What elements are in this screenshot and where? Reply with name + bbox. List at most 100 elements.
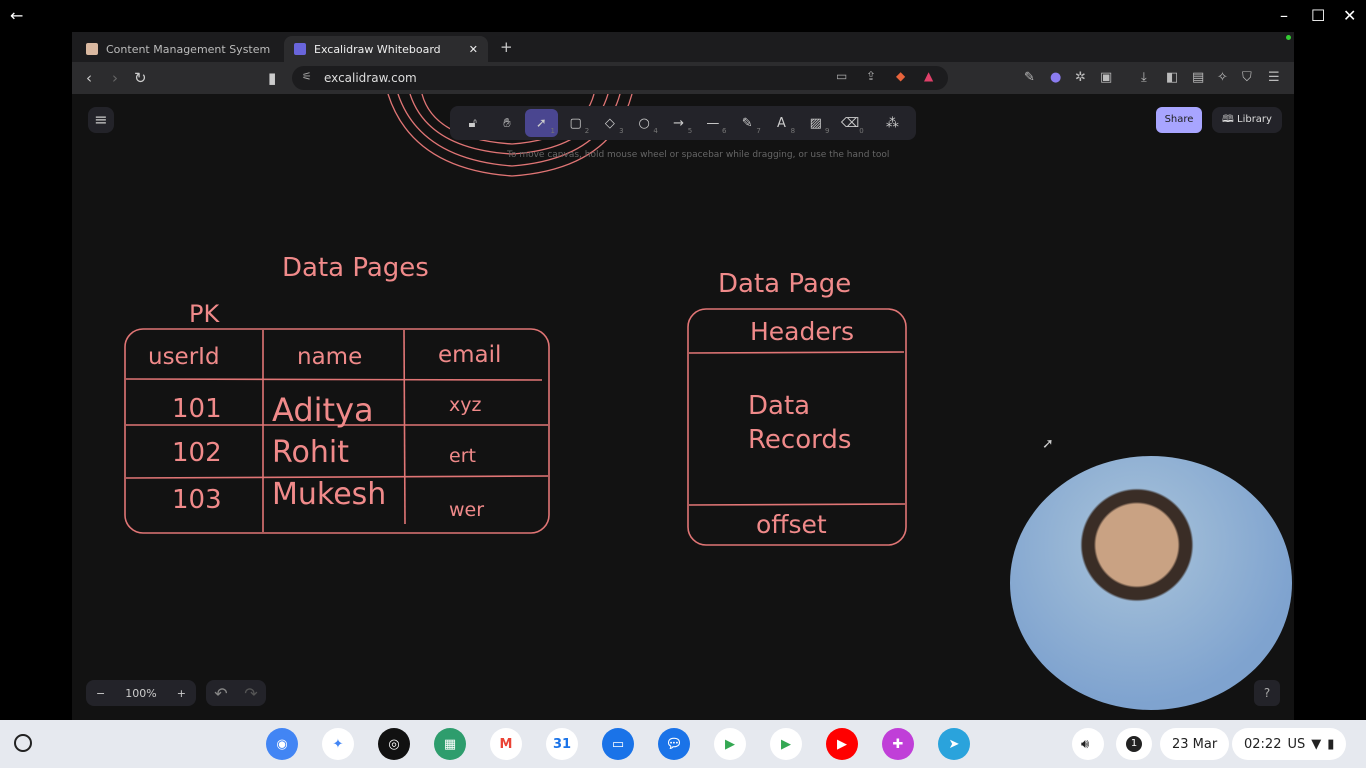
shortcut-key: 9: [824, 127, 830, 135]
excalidraw-favicon: [294, 43, 306, 55]
taskbar-app-files[interactable]: ▭: [602, 728, 634, 760]
arrow-tool[interactable]: → 5: [662, 109, 695, 137]
zoom-out-button[interactable]: −: [96, 687, 105, 700]
play-store-icon: ▶: [781, 736, 791, 752]
bookmark-icon[interactable]: ▮: [268, 69, 276, 87]
table-cell: wer: [449, 499, 484, 521]
extensions-puzzle-icon[interactable]: ✲: [1075, 70, 1086, 85]
image-tool[interactable]: ▨ 9: [799, 109, 832, 137]
eraser-tool[interactable]: ⌫ 0: [833, 109, 866, 137]
ellipse-tool[interactable]: ○ 4: [628, 109, 661, 137]
rectangle-tool[interactable]: ▢ 2: [559, 109, 592, 137]
status-tray[interactable]: 02:22 US ▼ ▮: [1232, 728, 1347, 760]
download-icon[interactable]: ⤓: [1141, 70, 1147, 85]
taskbar-app-gemini[interactable]: ✦: [322, 728, 354, 760]
share-button[interactable]: Share: [1156, 107, 1202, 133]
calendar-icon: 31: [552, 736, 572, 752]
menu-icon[interactable]: ☰: [1268, 70, 1280, 85]
taskbar-app-gmail[interactable]: M: [490, 728, 522, 760]
undo-redo-controls: ↶ ↷: [206, 680, 266, 706]
tab-content-management-system[interactable]: Content Management System: [76, 36, 282, 62]
image-icon: ▨: [809, 115, 822, 131]
taskbar-app-meet[interactable]: ▶: [714, 728, 746, 760]
hand-tool[interactable]: ✋︎: [490, 109, 523, 137]
zoom-level[interactable]: 100%: [125, 687, 156, 700]
brave-rewards-icon[interactable]: ▲: [924, 69, 933, 83]
rectangle-icon: ▢: [569, 115, 582, 131]
screenshot-icon[interactable]: ▣: [1100, 70, 1112, 85]
zoom-controls: − 100% +: [86, 680, 196, 706]
taskbar-app-youtube[interactable]: ▶: [826, 728, 858, 760]
sidebar-icon[interactable]: ◧: [1166, 70, 1178, 85]
mouse-cursor-icon: ➚: [1042, 436, 1054, 452]
table-cell: 103: [172, 485, 222, 515]
url-bar[interactable]: ⚟ excalidraw.com ▭ ⇪ ◆ ▲: [292, 66, 948, 90]
leo-ai-icon[interactable]: ✧: [1217, 70, 1228, 85]
lock-tool[interactable]: 🔓︎: [456, 109, 489, 137]
pk-label: PK: [189, 300, 220, 328]
eyedropper-icon[interactable]: ✎: [1024, 70, 1035, 85]
undo-icon[interactable]: ↶: [214, 684, 227, 703]
youtube-icon: ▶: [837, 736, 847, 752]
address-bar-row: ‹ › ↻ ▮ ⚟ excalidraw.com ▭ ⇪ ◆ ▲ ✎ ● ✲ ▣…: [72, 62, 1294, 94]
lock-icon: 🔓︎: [468, 115, 477, 131]
taskbar-app-apps[interactable]: ▦: [434, 728, 466, 760]
taskbar-app-calendar[interactable]: 31: [546, 728, 578, 760]
ellipse-icon: ○: [638, 115, 650, 131]
diamond-tool[interactable]: ◇ 3: [593, 109, 626, 137]
box-divider: [688, 503, 906, 506]
taskbar-app-telegram[interactable]: ➤: [938, 728, 970, 760]
table-cell: ert: [449, 445, 476, 467]
draw-tool[interactable]: ✎ 7: [731, 109, 764, 137]
table-cell: xyz: [449, 394, 481, 416]
taskbar-app-play-store[interactable]: ▶: [770, 728, 802, 760]
table-cell: Mukesh: [272, 477, 386, 512]
chrome-icon: ◉: [276, 736, 288, 752]
taskbar-app-podcasts[interactable]: ◎: [378, 728, 410, 760]
text-tool[interactable]: A8: [765, 109, 798, 137]
date-tray[interactable]: 23 Mar: [1160, 728, 1230, 760]
zoom-in-button[interactable]: +: [177, 687, 186, 700]
extra-tools-button[interactable]: ⁂: [876, 109, 909, 137]
reload-icon[interactable]: ↻: [134, 69, 147, 87]
vpn-shield-icon[interactable]: ⛉: [1242, 70, 1252, 85]
selection-tool[interactable]: ➚ 1: [524, 109, 558, 137]
arrow-left-icon[interactable]: ←: [10, 6, 23, 25]
box-headers: Headers: [750, 317, 854, 346]
notifications-button[interactable]: 1: [1116, 728, 1152, 760]
minimize-icon[interactable]: –: [1280, 6, 1288, 25]
tab-excalidraw-whiteboard[interactable]: Excalidraw Whiteboard ✕: [284, 36, 488, 62]
main-menu-button[interactable]: ≡: [88, 107, 114, 133]
share-page-icon[interactable]: ⇪: [866, 69, 876, 83]
table-divider: [403, 329, 406, 525]
wallet-icon[interactable]: ▤: [1192, 70, 1204, 85]
taskbar-app-messages[interactable]: 💬︎: [658, 728, 690, 760]
table-header: email: [438, 342, 501, 368]
shortcut-key: 7: [756, 127, 761, 135]
close-icon[interactable]: ✕: [1343, 6, 1356, 25]
maximize-icon[interactable]: ☐: [1311, 6, 1325, 25]
back-icon[interactable]: ‹: [86, 69, 92, 87]
media-controls[interactable]: 🔊︎: [1072, 728, 1104, 760]
site-settings-icon[interactable]: ⚟: [302, 70, 312, 83]
cast-icon[interactable]: ▭: [836, 69, 847, 83]
extension-icon[interactable]: ●: [1050, 70, 1061, 85]
taskbar-app-chrome[interactable]: ◉: [266, 728, 298, 760]
date: 23 Mar: [1172, 736, 1218, 752]
shapes-icon: ⁂: [885, 115, 899, 131]
library-button[interactable]: 🕮︎ Library: [1212, 107, 1282, 133]
close-tab-icon[interactable]: ✕: [469, 43, 478, 56]
tab-title: Content Management System: [106, 42, 271, 56]
meet-icon: ▶: [725, 736, 735, 752]
line-tool[interactable]: —6: [696, 109, 729, 137]
help-button[interactable]: ?: [1254, 680, 1280, 706]
shortcut-key: 3: [619, 127, 624, 135]
redo-icon[interactable]: ↷: [244, 684, 257, 703]
brave-shields-icon[interactable]: ◆: [896, 69, 905, 83]
new-tab-icon[interactable]: +: [500, 38, 513, 56]
taskbar-app-canva[interactable]: ✚: [882, 728, 914, 760]
table-cell: 102: [172, 438, 222, 468]
launcher-icon[interactable]: [14, 734, 32, 752]
shortcut-key: 2: [584, 127, 590, 135]
forward-icon[interactable]: ›: [112, 69, 118, 87]
